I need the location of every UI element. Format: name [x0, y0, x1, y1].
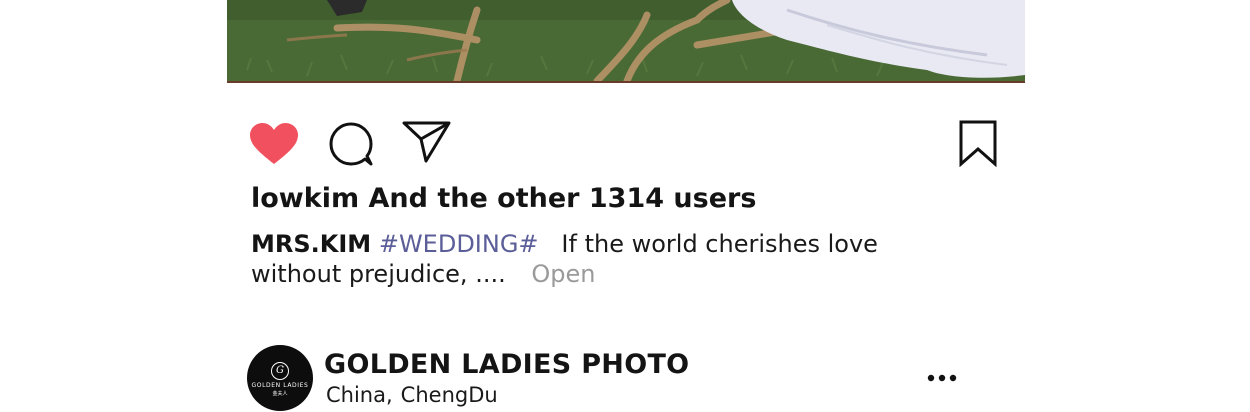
- location-city: ChengDu: [400, 383, 498, 407]
- post-caption: MRS.KIM #WEDDING# If the world cherishes…: [251, 229, 951, 289]
- caption-author[interactable]: MRS.KIM: [251, 230, 371, 258]
- send-paper-plane-icon[interactable]: [402, 120, 452, 164]
- account-name[interactable]: GOLDEN LADIES PHOTO: [324, 349, 689, 380]
- avatar-brand-subtext: 金夫人: [272, 391, 288, 397]
- more-dots-icon[interactable]: [925, 370, 959, 386]
- avatar-brand-text: GOLDEN LADIES: [251, 382, 309, 389]
- comment-bubble-icon[interactable]: [328, 121, 374, 167]
- location-country: China,: [326, 383, 393, 407]
- caption-open-link[interactable]: Open: [531, 260, 595, 288]
- post-photo[interactable]: [227, 0, 1025, 83]
- bookmark-icon[interactable]: [958, 119, 998, 167]
- heart-filled-icon[interactable]: [250, 123, 298, 165]
- account-avatar[interactable]: G GOLDEN LADIES 金夫人: [247, 345, 313, 411]
- caption-hashtag[interactable]: #WEDDING#: [379, 230, 539, 258]
- account-location[interactable]: China, ChengDu: [326, 383, 498, 407]
- post-view: lowkim And the other 1314 users MRS.KIM …: [0, 0, 1250, 412]
- avatar-monogram: G: [271, 362, 289, 380]
- likes-summary[interactable]: lowkim And the other 1314 users: [251, 183, 756, 214]
- wedding-dress-on-grass-photo: [227, 0, 1025, 81]
